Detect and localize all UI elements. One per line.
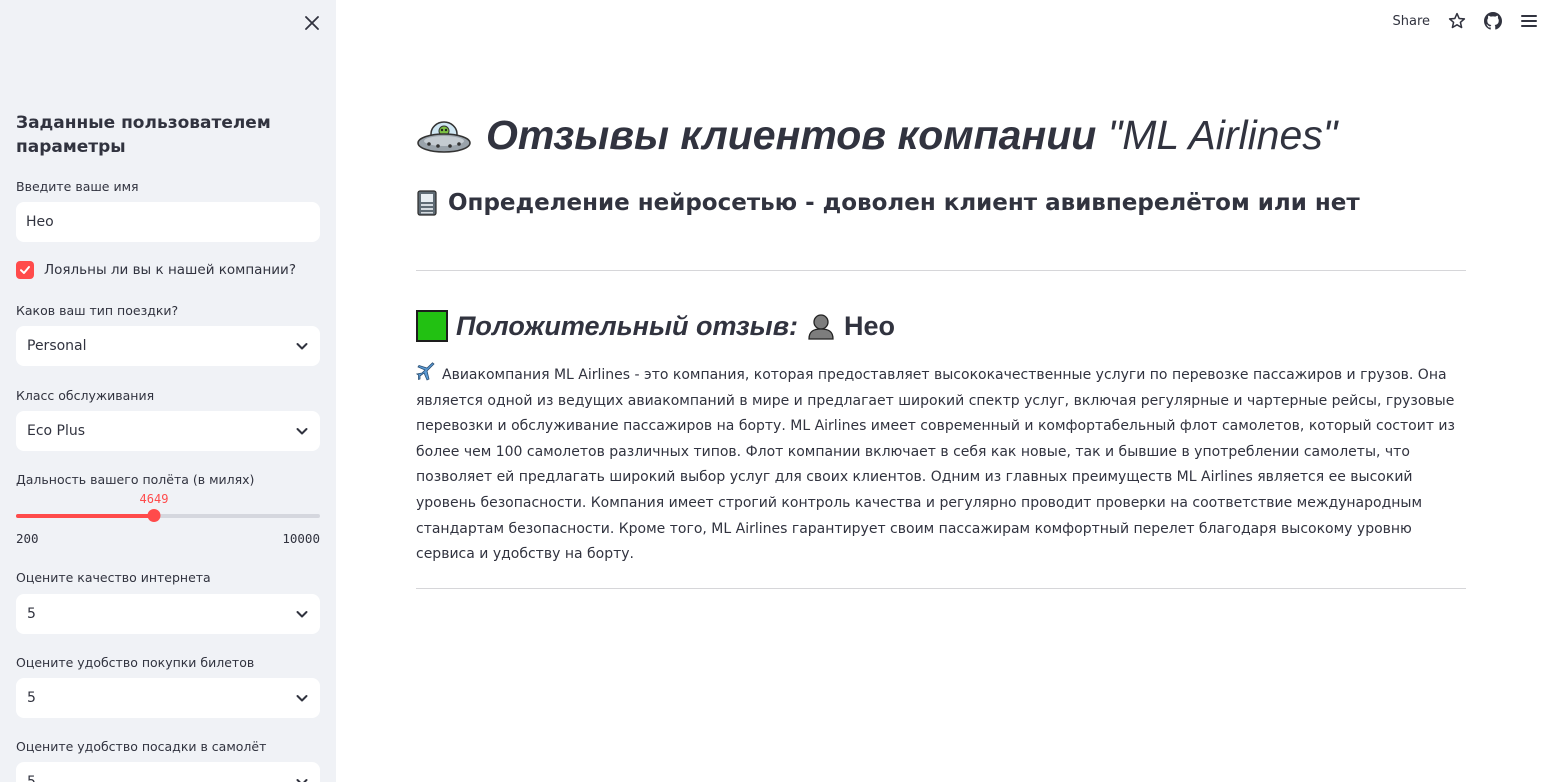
chevron-down-icon <box>295 424 309 438</box>
chevron-down-icon <box>295 607 309 621</box>
distance-slider-min: 200 <box>16 531 39 546</box>
distance-slider-fill <box>16 514 154 518</box>
chevron-down-icon <box>295 691 309 705</box>
star-icon[interactable] <box>1448 12 1466 30</box>
page-title-text: Отзывы клиентов компании <box>486 112 1108 158</box>
name-input-value: Нео <box>26 214 54 230</box>
top-toolbar: Share <box>1392 12 1538 30</box>
trip-type-value: Personal <box>27 338 87 354</box>
page-title-company: "ML Airlines" <box>1107 112 1338 158</box>
loyal-checkbox[interactable] <box>16 261 34 279</box>
review-text: Авиакомпания ML Airlines - это компания,… <box>416 367 1455 563</box>
distance-slider-max: 10000 <box>282 531 320 546</box>
class-select[interactable]: Eco Plus <box>16 411 320 451</box>
internet-label: Оцените качество интернета <box>16 570 211 585</box>
close-icon <box>305 16 319 30</box>
name-label: Введите ваше имя <box>16 179 139 194</box>
review-author-name: Нео <box>844 310 896 341</box>
page-title: Отзывы клиентов компании "ML Airlines" <box>416 112 1337 159</box>
person-icon <box>808 314 834 340</box>
pager-icon <box>417 190 437 216</box>
boarding-label: Оцените удобство посадки в самолёт <box>16 739 267 754</box>
internet-value: 5 <box>27 606 36 622</box>
trip-type-select[interactable]: Personal <box>16 326 320 366</box>
review-text-block: Авиакомпания ML Airlines - это компания,… <box>416 362 1466 568</box>
divider <box>416 270 1466 271</box>
booking-select[interactable]: 5 <box>16 678 320 718</box>
chevron-down-icon <box>295 339 309 353</box>
internet-select[interactable]: 5 <box>16 594 320 634</box>
check-icon <box>20 266 30 274</box>
distance-slider[interactable] <box>16 509 320 522</box>
review-heading-text: Положительный отзыв: <box>456 310 799 341</box>
loyal-checkbox-label: Лояльны ли вы к нашей компании? <box>44 262 296 278</box>
distance-slider-thumb[interactable] <box>147 509 161 522</box>
booking-value: 5 <box>27 690 36 706</box>
divider <box>416 588 1466 589</box>
page-subtitle-text: Определение нейросетью - доволен клиент … <box>448 190 1360 216</box>
review-heading: Положительный отзыв: Нео <box>416 310 895 342</box>
distance-label: Дальность вашего полёта (в милях) <box>16 472 255 487</box>
boarding-select[interactable]: 5 <box>16 762 320 782</box>
close-sidebar-button[interactable] <box>301 12 323 34</box>
booking-label: Оцените удобство покупки билетов <box>16 655 255 670</box>
github-icon[interactable] <box>1484 12 1502 30</box>
class-value: Eco Plus <box>27 423 86 439</box>
chevron-down-icon <box>295 775 309 782</box>
loyal-checkbox-row[interactable]: Лояльны ли вы к нашей компании? <box>16 261 296 279</box>
class-label: Класс обслуживания <box>16 388 155 403</box>
name-input[interactable]: Нео <box>16 202 320 242</box>
sidebar-heading: Заданные пользователем параметры <box>16 113 271 157</box>
distance-slider-value: 4649 <box>139 492 169 506</box>
ufo-icon <box>417 120 471 153</box>
page-subtitle: Определение нейросетью - доволен клиент … <box>416 190 1360 216</box>
boarding-value: 5 <box>27 774 36 782</box>
sidebar: Заданные пользователем параметры Введите… <box>0 0 336 782</box>
share-button[interactable]: Share <box>1392 14 1430 29</box>
airplane-icon <box>416 362 435 381</box>
green-square-icon <box>416 310 448 342</box>
hamburger-menu-icon[interactable] <box>1520 12 1538 30</box>
trip-type-label: Каков ваш тип поездки? <box>16 303 179 318</box>
